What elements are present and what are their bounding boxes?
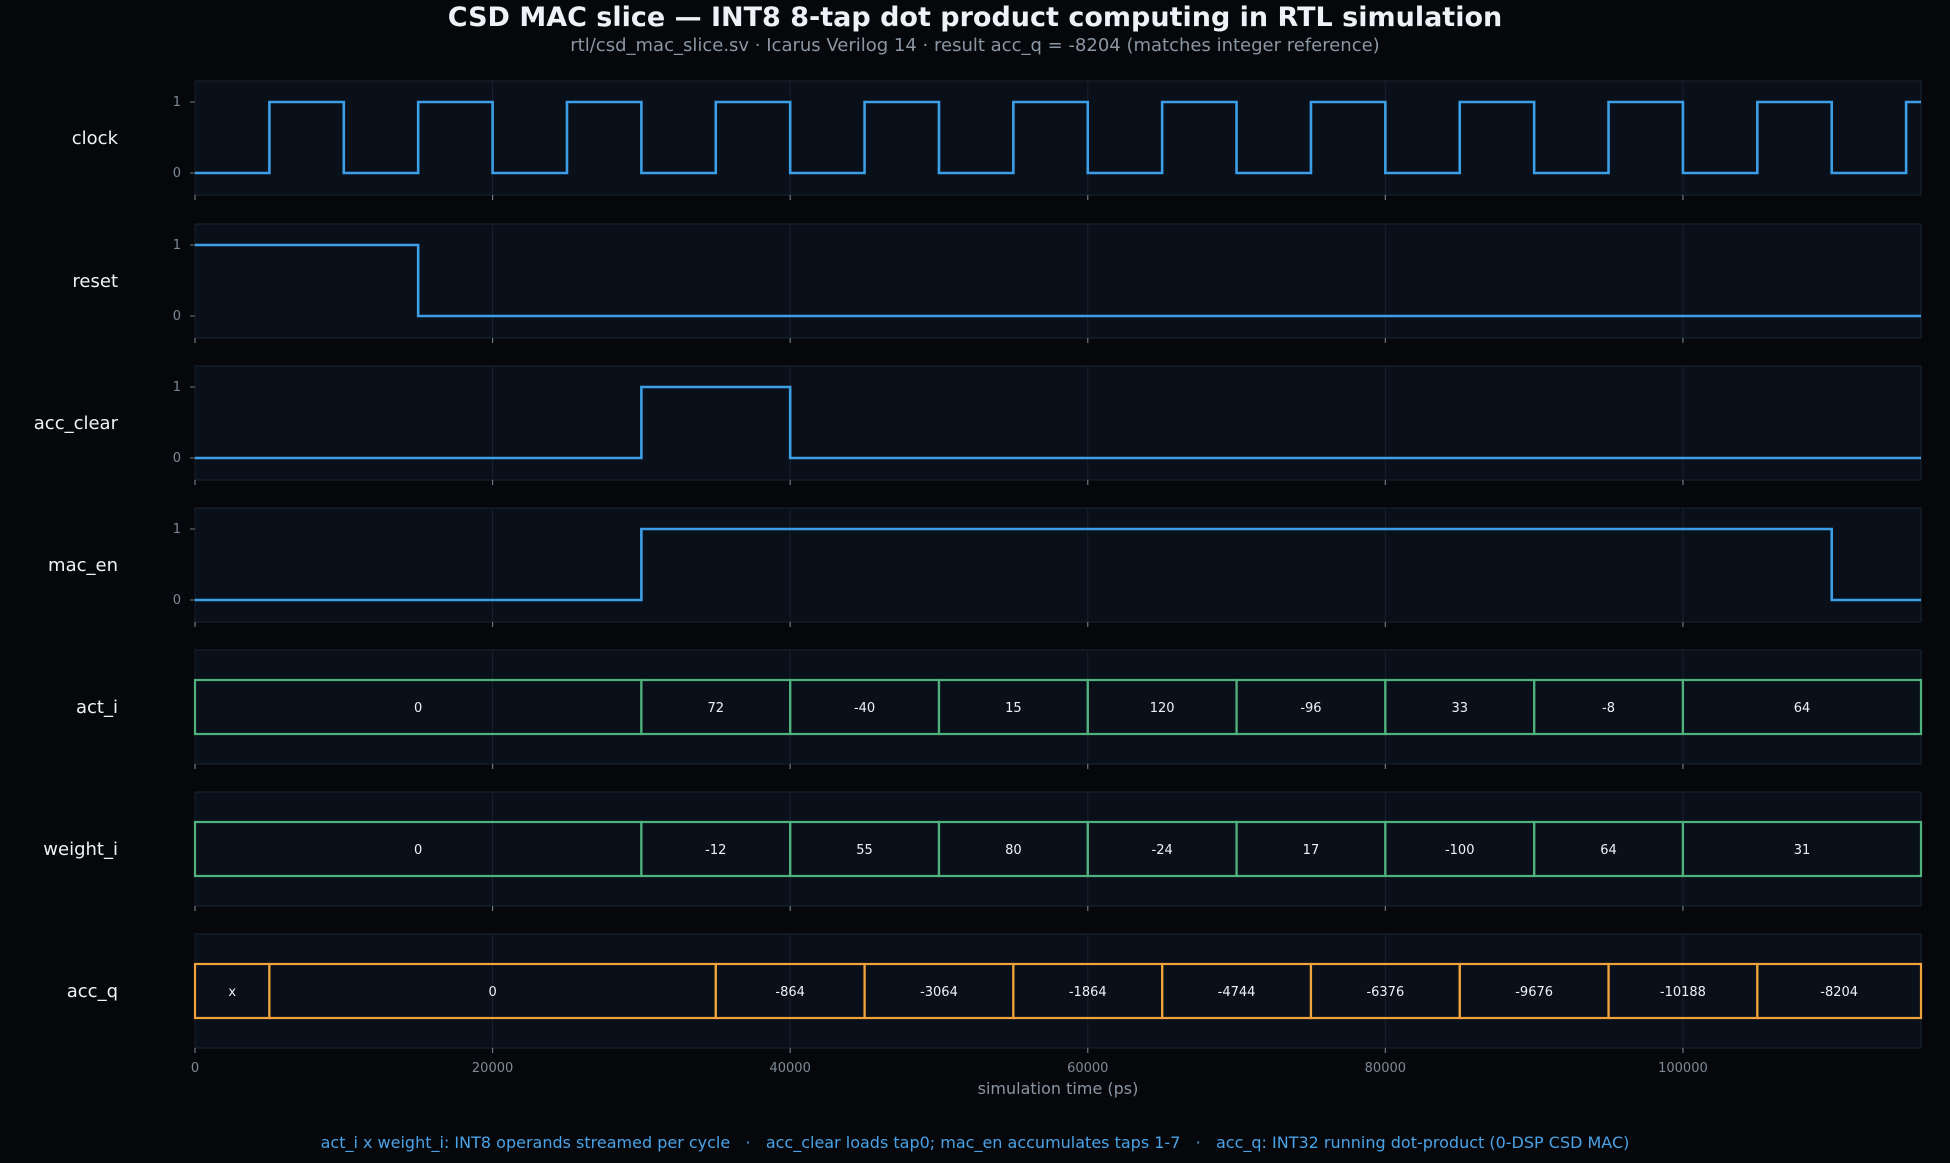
panel-frame [194,649,1922,765]
bus-value-label: x [228,985,236,1000]
bus-value-label: -864 [775,985,805,1000]
bus-value-label: -8 [1602,701,1615,716]
x-tick-label: 40000 [769,1061,810,1076]
panel-frame [194,791,1922,907]
y-tick-label: 1 [173,238,181,253]
bus-value-label: 17 [1303,843,1320,858]
bus-value-label: 80 [1005,843,1022,858]
y-tick-label: 1 [173,95,181,110]
signal-label: acc_clear [34,413,119,434]
bus-value-label: -8204 [1820,985,1858,1000]
y-tick-label: 0 [173,593,181,608]
bus-value-label: -12 [705,843,726,858]
signal-row-act_i: act_i 0 72 -40 15 120 -96 33 -8 64 [76,649,1923,769]
y-tick-label: 0 [173,451,181,466]
bus-value-label: -3064 [920,985,958,1000]
legend-footnote: act_i x weight_i: INT8 operands streamed… [320,1133,1630,1152]
bus-value-label: -1864 [1069,985,1107,1000]
bus-value-label: 33 [1451,701,1468,716]
bus-value-label: 72 [708,701,725,716]
bus-value-label: 64 [1600,843,1617,858]
bus-value-label: 31 [1794,843,1811,858]
x-tick-label: 100000 [1658,1061,1708,1076]
x-tick-label: 20000 [472,1061,513,1076]
bus-value-label: -9676 [1515,985,1553,1000]
bus-value-label: -10188 [1660,985,1706,1000]
y-tick-label: 1 [173,380,181,395]
x-axis-title: simulation time (ps) [978,1079,1139,1098]
bus-value-label: 64 [1794,701,1811,716]
waveform-figure: CSD MAC slice — INT8 8-tap dot product c… [0,0,1950,1163]
waveform-plot: clock 0 1 reset 0 1 acc_clear 0 1 mac_en 0 1 act_i 0 7… [34,80,1923,1098]
panel-frame [194,80,1922,196]
y-tick-label: 0 [173,309,181,324]
y-tick-label: 1 [173,522,181,537]
bus-value-label: 55 [856,843,873,858]
bus-value-label: -100 [1445,843,1475,858]
signal-label: acc_q [67,981,118,1002]
signal-label: clock [72,128,119,149]
signal-row-mac_en: mac_en 0 1 [48,507,1922,627]
signal-label: act_i [76,697,118,718]
signal-row-acc_q: acc_q x 0 -864 -3064 -1864 -4744 -6376 -9676 -101… [67,933,1923,1053]
bus-value-label: -24 [1152,843,1173,858]
x-tick-label: 80000 [1365,1061,1406,1076]
signal-label: reset [72,271,118,292]
signal-row-clock: clock 0 1 [72,80,1922,200]
bus-value-label: 0 [488,985,496,1000]
panel-frame [194,507,1922,623]
bus-value-label: -96 [1300,701,1321,716]
x-tick-label: 60000 [1067,1061,1108,1076]
signal-label: weight_i [43,839,118,860]
bus-value-label: -6376 [1366,985,1404,1000]
signal-label: mac_en [48,555,118,576]
signal-row-reset: reset 0 1 [72,223,1922,343]
panel-frame [194,365,1922,481]
bus-value-label: 0 [414,843,422,858]
signal-row-acc_clear: acc_clear 0 1 [34,365,1922,485]
y-tick-label: 0 [173,166,181,181]
bus-value-label: -4744 [1218,985,1256,1000]
panel-frame [194,223,1922,339]
signal-row-weight_i: weight_i 0 -12 55 80 -24 17 -100 64 31 [43,791,1923,911]
x-tick-label: 0 [191,1061,199,1076]
bus-value-label: 15 [1005,701,1022,716]
bus-value-label: 120 [1150,701,1175,716]
bus-value-label: -40 [854,701,875,716]
bus-value-label: 0 [414,701,422,716]
